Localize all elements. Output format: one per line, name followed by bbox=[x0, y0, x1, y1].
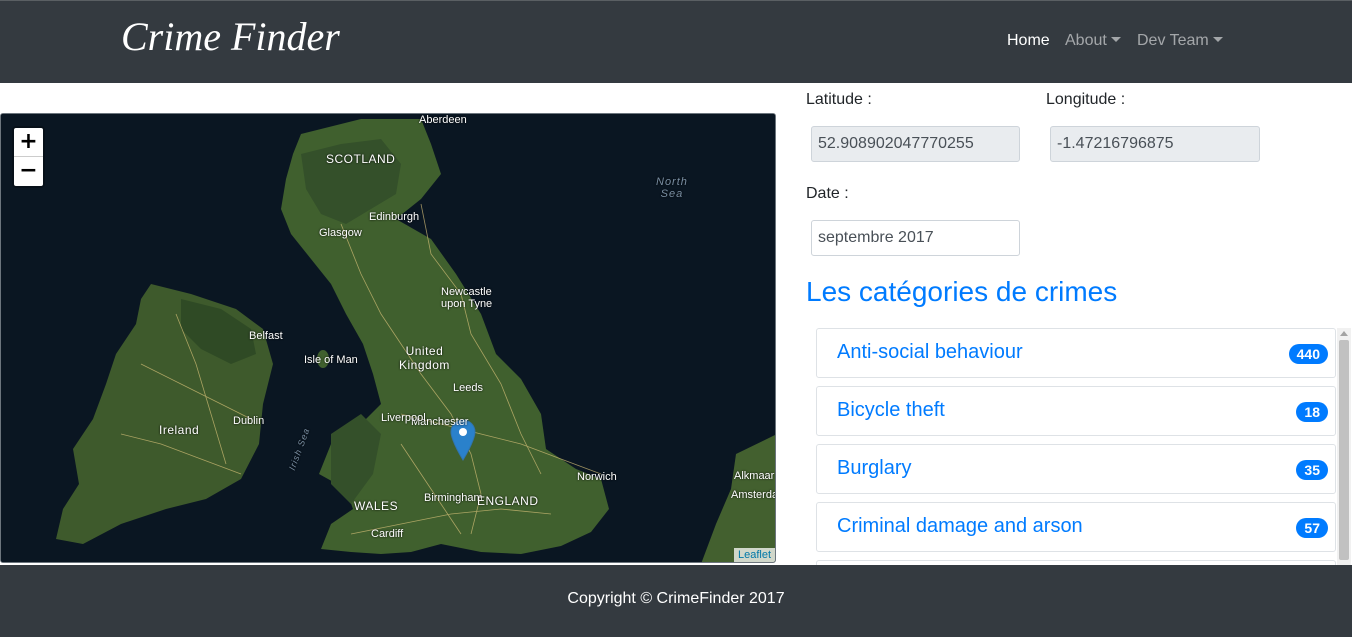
map-label-birmingham: Birmingham bbox=[424, 492, 483, 504]
categories-title: Les catégories de crimes bbox=[806, 276, 1118, 307]
map-label-newcastle: Newcastle upon Tyne bbox=[441, 286, 493, 310]
zoom-in-button[interactable]: + bbox=[14, 128, 43, 157]
nav-home-link[interactable]: Home bbox=[1007, 32, 1050, 50]
longitude-field[interactable]: -1.47216796875 bbox=[1050, 126, 1260, 162]
map-label-north-sea: North Sea bbox=[656, 176, 688, 200]
chevron-down-icon bbox=[1110, 37, 1121, 42]
nav-about-dropdown[interactable]: About bbox=[1065, 32, 1121, 50]
map-label-liverpool: Liverpool bbox=[381, 412, 426, 424]
map-label-leeds: Leeds bbox=[453, 382, 483, 394]
map-label-isle-of-man: Isle of Man bbox=[304, 354, 358, 366]
map-label-united-kingdom: United Kingdom bbox=[399, 344, 450, 372]
nav-dev-team-label: Dev Team bbox=[1137, 32, 1209, 49]
chevron-down-icon bbox=[1212, 37, 1223, 42]
map-label-ireland: Ireland bbox=[159, 423, 200, 437]
brand-title[interactable]: Crime Finder bbox=[121, 13, 340, 60]
navbar: Crime Finder Home About Dev Team bbox=[0, 0, 1352, 83]
count-badge: 440 bbox=[1288, 344, 1328, 364]
map-label-amsterdam: Amsterdam bbox=[731, 489, 775, 501]
list-item[interactable]: Bicycle theft 18 bbox=[816, 386, 1336, 436]
map-view[interactable]: SCOTLAND Aberdeen Edinburgh Glasgow Newc… bbox=[0, 113, 776, 563]
map-label-scotland: SCOTLAND bbox=[326, 152, 396, 166]
crime-category-list: Anti-social behaviour 440 Bicycle theft … bbox=[816, 328, 1336, 565]
map-label-aberdeen: Aberdeen bbox=[419, 114, 467, 126]
count-badge: 57 bbox=[1296, 518, 1328, 538]
list-item[interactable]: Anti-social behaviour 440 bbox=[816, 328, 1336, 378]
list-item[interactable]: Criminal damage and arson 57 bbox=[816, 502, 1336, 552]
count-badge: 35 bbox=[1296, 460, 1328, 480]
map-label-glasgow: Glasgow bbox=[319, 227, 362, 239]
scroll-up-icon[interactable] bbox=[1340, 331, 1348, 336]
count-badge: 18 bbox=[1296, 402, 1328, 422]
map-label-wales: WALES bbox=[354, 499, 399, 513]
category-name: Burglary bbox=[837, 457, 912, 479]
map-label-cardiff: Cardiff bbox=[371, 528, 404, 540]
latitude-label: Latitude : bbox=[806, 91, 872, 108]
scrollbar-thumb[interactable] bbox=[1339, 340, 1349, 560]
map-label-england: ENGLAND bbox=[477, 494, 539, 508]
map-label-belfast: Belfast bbox=[249, 330, 283, 342]
list-item[interactable]: Burglary 35 bbox=[816, 444, 1336, 494]
map-label-norwich: Norwich bbox=[577, 471, 617, 483]
map-label-dublin: Dublin bbox=[233, 415, 265, 427]
copyright-text: Copyright © CrimeFinder 2017 bbox=[567, 590, 785, 607]
zoom-control: + − bbox=[12, 126, 45, 188]
latitude-field[interactable]: 52.908902047770255 bbox=[811, 126, 1020, 162]
footer: Copyright © CrimeFinder 2017 bbox=[0, 565, 1352, 637]
category-name: Anti-social behaviour bbox=[837, 341, 1023, 363]
category-name: Criminal damage and arson bbox=[837, 515, 1083, 537]
nav-dev-team-dropdown[interactable]: Dev Team bbox=[1137, 32, 1223, 50]
date-field[interactable]: septembre 2017 bbox=[811, 220, 1020, 256]
leaflet-attribution-link[interactable]: Leaflet bbox=[733, 548, 775, 562]
list-scrollbar[interactable] bbox=[1337, 328, 1351, 565]
longitude-label: Longitude : bbox=[1046, 91, 1126, 108]
zoom-out-button[interactable]: − bbox=[14, 157, 43, 186]
category-name: Bicycle theft bbox=[837, 399, 945, 421]
map-label-alkmaar: Alkmaar bbox=[734, 470, 775, 482]
date-label: Date : bbox=[806, 185, 849, 202]
nav-about-label: About bbox=[1065, 32, 1107, 49]
map-label-edinburgh: Edinburgh bbox=[369, 211, 420, 223]
